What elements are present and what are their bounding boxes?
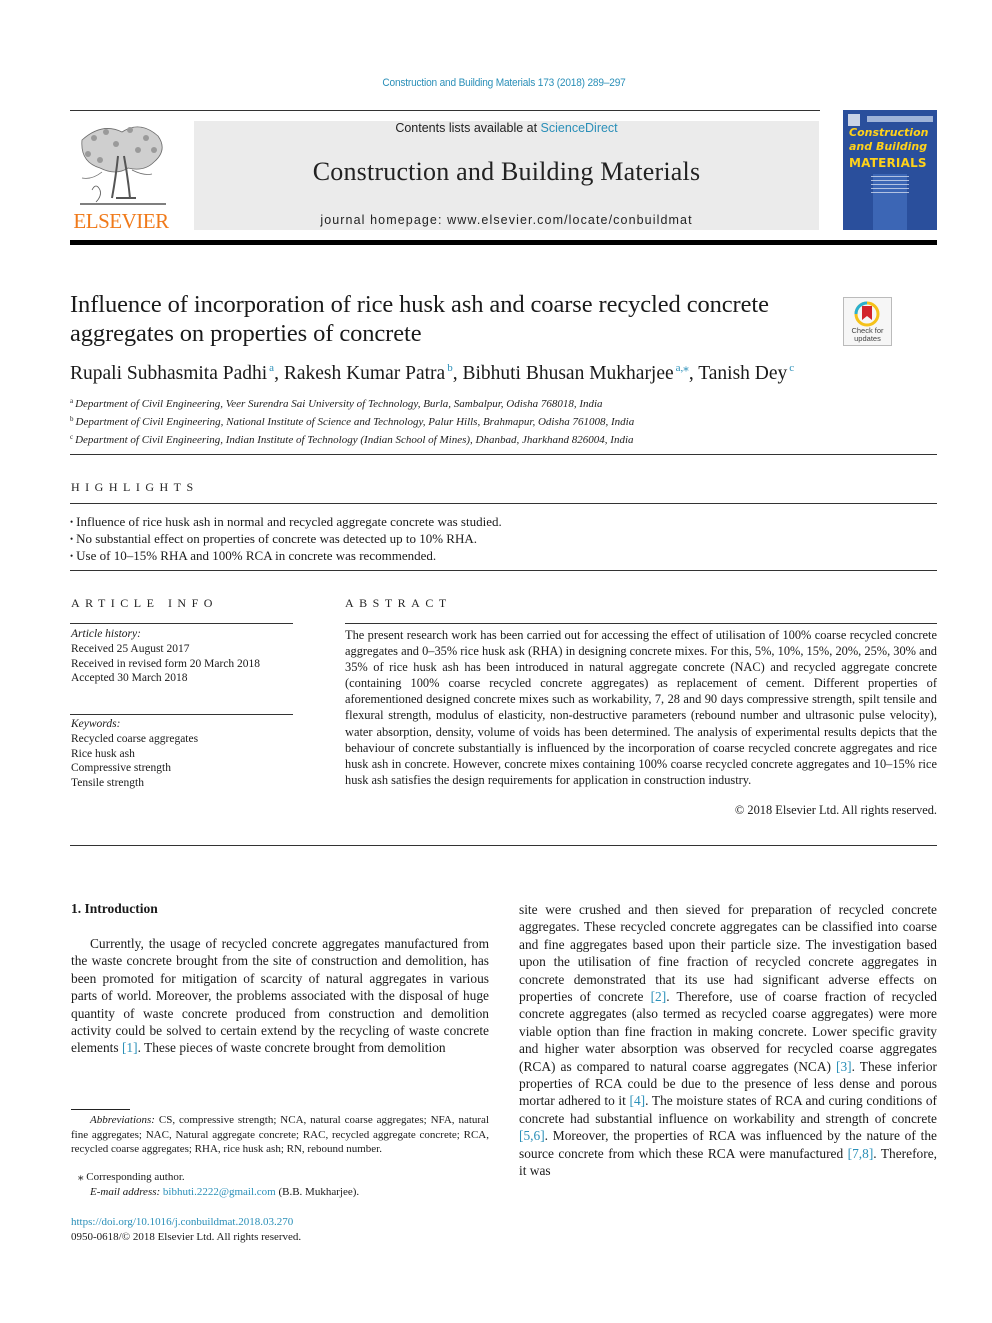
- keyword: Recycled coarse aggregates: [71, 732, 199, 745]
- highlights-heading: HIGHLIGHTS: [71, 480, 199, 494]
- journal-title: Construction and Building Materials: [312, 157, 701, 186]
- highlight-item: No substantial effect on properties of c…: [70, 531, 502, 548]
- divider: [70, 623, 293, 624]
- history-item: Received 25 August 2017: [71, 642, 190, 655]
- author[interactable]: Rakesh Kumar Patra: [284, 363, 445, 384]
- citation-link[interactable]: [4]: [630, 1093, 646, 1108]
- keyword: Compressive strength: [71, 762, 171, 775]
- contents-line: Contents lists available at ScienceDirec…: [194, 121, 819, 135]
- divider: [70, 714, 293, 715]
- email-suffix: (B.B. Mukharjee).: [275, 1186, 360, 1198]
- affiliations: a Department of Civil Engineering, Veer S…: [70, 394, 634, 448]
- journal-citation-link[interactable]: Construction and Building Materials 173 …: [40, 77, 967, 89]
- highlights-list: Influence of rice husk ash in normal and…: [70, 514, 502, 566]
- citation-link[interactable]: [3]: [836, 1059, 852, 1074]
- header-rule: [70, 110, 820, 111]
- divider: [70, 845, 937, 846]
- body-column-right: site were crushed and then sieved for pr…: [519, 901, 937, 1180]
- author-affiliation-link[interactable]: a,⁎: [676, 362, 689, 374]
- cover-subtitle: MATERIALS: [849, 156, 927, 170]
- citation-link[interactable]: [7,8]: [848, 1146, 874, 1161]
- corresponding-author-note: ⁎ Corresponding author.: [78, 1171, 185, 1183]
- author-list: Rupali Subhasmita Padhi a, Rakesh Kumar P…: [70, 362, 795, 384]
- divider: [345, 623, 937, 624]
- divider: [70, 454, 937, 455]
- highlight-item: Use of 10–15% RHA and 100% RCA in concre…: [70, 548, 502, 565]
- author[interactable]: Tanish Dey: [698, 363, 787, 384]
- author[interactable]: Rupali Subhasmita Padhi: [70, 363, 267, 384]
- email-note: E-mail address: bibhuti.2222@gmail.com (…: [90, 1186, 359, 1198]
- citation-link[interactable]: [2]: [651, 989, 667, 1004]
- author-affiliation-link[interactable]: a: [269, 362, 274, 374]
- footnote-rule: [71, 1109, 130, 1110]
- citation-link[interactable]: [5,6]: [519, 1128, 545, 1143]
- section-heading-introduction: 1. Introduction: [71, 901, 158, 916]
- elsevier-logo[interactable]: ELSEVIER: [70, 120, 172, 232]
- cover-small-text: [871, 176, 909, 196]
- elsevier-wordmark: ELSEVIER: [73, 209, 169, 233]
- check-for-updates-icon: [854, 301, 880, 327]
- contents-prefix: Contents lists available at: [395, 121, 541, 135]
- body-text: Currently, the usage of recycled concret…: [71, 936, 489, 1056]
- keywords-label: Keywords:: [71, 718, 121, 730]
- homepage-prefix: journal homepage:: [320, 213, 448, 227]
- body-column-left: Currently, the usage of recycled concret…: [71, 935, 489, 1057]
- affiliation: c Department of Civil Engineering, Indian…: [70, 433, 634, 446]
- email-link[interactable]: bibhuti.2222@gmail.com: [163, 1186, 276, 1198]
- history-item: Accepted 30 March 2018: [71, 672, 188, 685]
- abbreviations-label: Abbreviations:: [90, 1114, 155, 1126]
- affiliation: a Department of Civil Engineering, Veer S…: [70, 397, 603, 410]
- author-affiliation-link[interactable]: b: [447, 362, 453, 374]
- author[interactable]: Bibhuti Bhusan Mukharjee: [462, 363, 673, 384]
- sciencedirect-link[interactable]: ScienceDirect: [541, 121, 618, 135]
- cover-stripe: [867, 116, 933, 122]
- article-history: Article history: Received 25 August 2017…: [71, 627, 260, 686]
- header-thick-rule: [70, 240, 937, 245]
- journal-homepage: journal homepage: www.elsevier.com/locat…: [194, 213, 819, 227]
- doi-link[interactable]: https://doi.org/10.1016/j.conbuildmat.20…: [71, 1216, 293, 1228]
- highlight-item: Influence of rice husk ash in normal and…: [70, 514, 502, 531]
- cover-title: Construction and Building: [849, 126, 929, 153]
- divider: [70, 503, 937, 504]
- homepage-link[interactable]: www.elsevier.com/locate/conbuildmat: [447, 213, 693, 227]
- affiliation: b Department of Civil Engineering, Nation…: [70, 415, 635, 428]
- abbreviations-footnote: Abbreviations: CS, compressive strength;…: [71, 1113, 489, 1157]
- author-affiliation-link[interactable]: c: [789, 362, 794, 374]
- check-for-updates-label: Check for updates: [851, 326, 884, 343]
- history-label: Article history:: [71, 628, 141, 640]
- abstract-heading: ABSTRACT: [345, 596, 452, 610]
- email-label: E-mail address:: [90, 1186, 163, 1198]
- elsevier-tree-icon: [80, 126, 166, 205]
- history-item: Received in revised form 20 March 2018: [71, 657, 261, 670]
- abstract-text: The present research work has been carri…: [345, 628, 937, 787]
- journal-cover-image[interactable]: Construction and Building MATERIALS: [843, 110, 937, 230]
- article-info-heading: ARTICLE INFO: [71, 596, 218, 610]
- check-for-updates-button[interactable]: Check for updates: [843, 297, 892, 346]
- keyword: Tensile strength: [71, 777, 144, 790]
- abstract-copyright: © 2018 Elsevier Ltd. All rights reserved…: [734, 803, 937, 817]
- divider: [70, 570, 937, 571]
- article-title: Influence of incorporation of rice husk …: [70, 291, 769, 347]
- journal-masthead: Contents lists available at ScienceDirec…: [194, 121, 819, 230]
- keyword: Rice husk ash: [71, 747, 135, 760]
- cover-elsevier-emblem-icon: [848, 114, 860, 126]
- body-text: . These pieces of waste concrete brought…: [137, 1040, 446, 1056]
- keywords: Keywords: Recycled coarse aggregates Ric…: [71, 717, 198, 791]
- issn-copyright: 0950-0618/© 2018 Elsevier Ltd. All right…: [71, 1231, 302, 1243]
- citation-link[interactable]: [1]: [122, 1040, 138, 1055]
